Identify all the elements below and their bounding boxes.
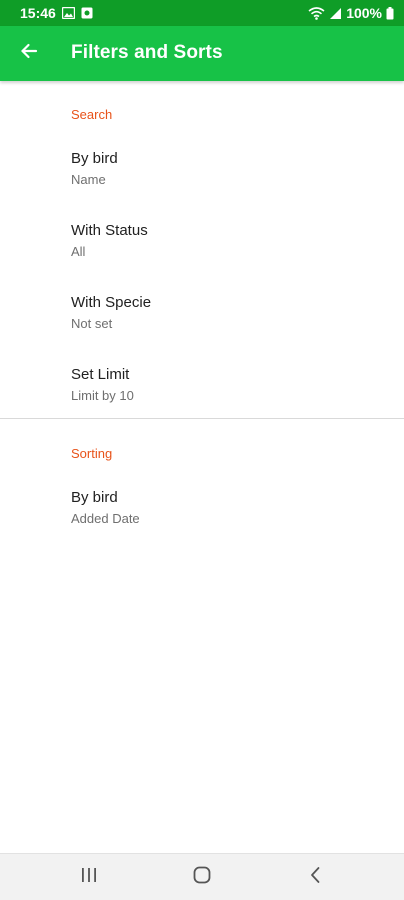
nav-back-icon xyxy=(309,866,321,889)
category-header-sorting: Sorting xyxy=(71,446,113,461)
battery-icon xyxy=(386,6,394,20)
home-button[interactable] xyxy=(182,862,222,892)
pref-sort-by-bird[interactable]: By bird Added Date xyxy=(0,489,404,553)
pref-with-specie[interactable]: With Specie Not set xyxy=(0,294,404,358)
pref-summary: Not set xyxy=(71,316,113,331)
pref-search-by-bird[interactable]: By bird Name xyxy=(0,150,404,214)
wifi-icon xyxy=(308,6,325,20)
signal-icon xyxy=(329,7,342,20)
pref-summary: All xyxy=(71,244,86,259)
section-divider xyxy=(0,418,404,419)
pref-with-status[interactable]: With Status All xyxy=(0,222,404,286)
pref-title: By bird xyxy=(71,489,118,506)
pref-title: With Status xyxy=(71,222,148,239)
system-nav-bar xyxy=(0,853,404,900)
status-bar: 15:46 100% xyxy=(0,0,404,26)
recents-icon xyxy=(80,867,98,888)
pref-summary: Name xyxy=(71,172,106,187)
app-bar: Filters and Sorts xyxy=(0,26,404,81)
back-button[interactable] xyxy=(14,38,44,68)
pref-summary: Added Date xyxy=(71,511,140,526)
pref-set-limit[interactable]: Set Limit Limit by 10 xyxy=(0,366,404,430)
pref-title: Set Limit xyxy=(71,366,130,383)
category-header-search: Search xyxy=(71,107,113,122)
screen: 15:46 100% Filters and Sorts Search By b… xyxy=(0,0,404,900)
battery-text: 100% xyxy=(346,5,382,21)
recents-button[interactable] xyxy=(69,862,109,892)
gallery-notification-icon xyxy=(61,7,75,19)
status-time: 15:46 xyxy=(20,5,56,21)
pref-summary: Limit by 10 xyxy=(71,388,134,403)
nav-back-button[interactable] xyxy=(295,862,335,892)
arrow-left-icon xyxy=(20,42,38,65)
pref-title: With Specie xyxy=(71,294,152,311)
app-notification-icon xyxy=(81,7,93,19)
home-icon xyxy=(193,866,211,889)
page-title: Filters and Sorts xyxy=(71,42,223,63)
pref-title: By bird xyxy=(71,150,118,167)
